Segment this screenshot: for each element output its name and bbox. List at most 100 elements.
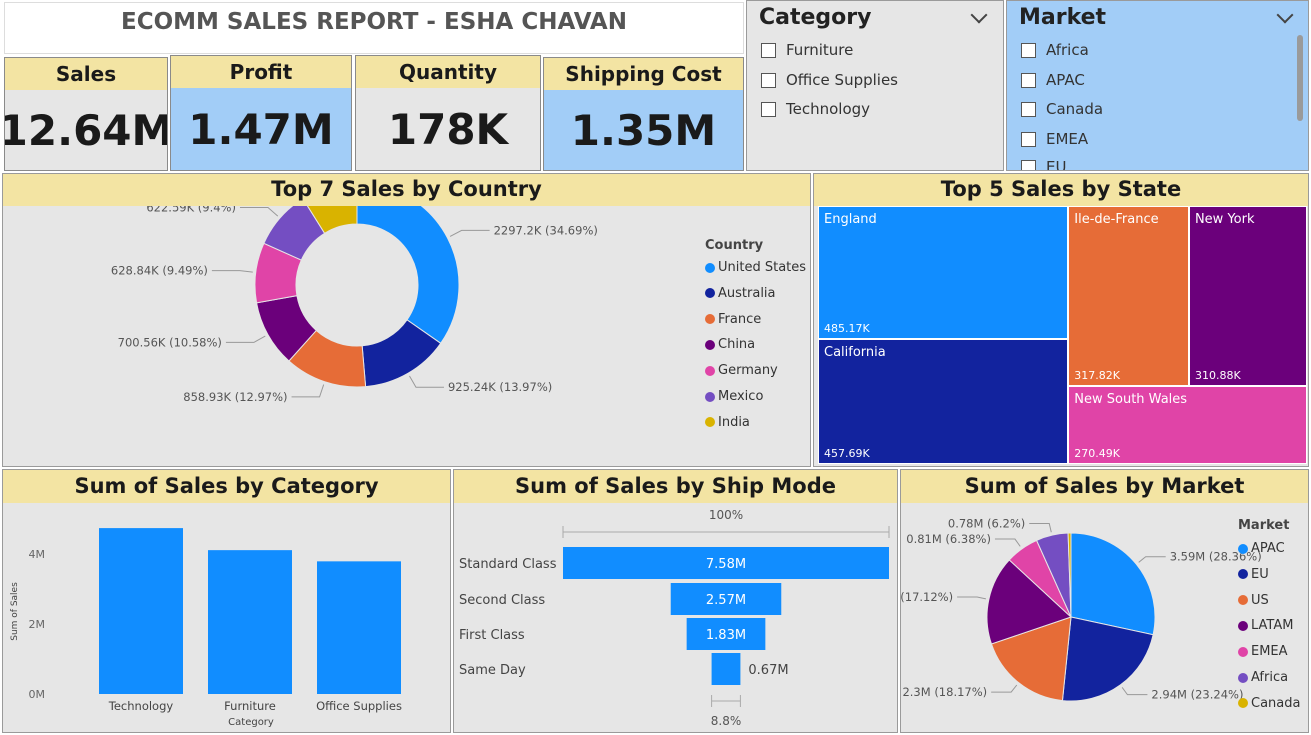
funnel-bottom-label: 8.8% xyxy=(711,714,742,728)
treemap-cell-new-south-wales[interactable]: New South Wales 270.49K xyxy=(1068,386,1307,464)
treemap-value: 270.49K xyxy=(1074,446,1120,460)
legend-item[interactable]: United States xyxy=(705,260,806,275)
treemap-value: 485.17K xyxy=(824,321,870,335)
slicer-option[interactable]: Canada xyxy=(1021,98,1103,120)
legend-label: Germany xyxy=(718,363,778,379)
legend-item[interactable]: Mexico xyxy=(705,389,763,404)
slicer-option[interactable]: EMEA xyxy=(1021,128,1088,150)
quantity-kpi-card[interactable]: Quantity 178K xyxy=(355,55,541,171)
y-tick-label: 0M xyxy=(29,688,46,701)
legend-dot-icon xyxy=(1238,646,1248,657)
chevron-down-icon[interactable] xyxy=(970,6,988,24)
legend-item[interactable]: EU xyxy=(1238,567,1269,582)
funnel-category-label: Second Class xyxy=(459,593,545,608)
category-slicer-title: Category xyxy=(759,5,872,30)
kpi-label: Profit xyxy=(171,56,351,88)
leader-line xyxy=(1138,556,1166,563)
treemap-cell-california[interactable]: California 457.69K xyxy=(818,338,1069,464)
legend-dot-icon xyxy=(705,314,715,325)
data-label: 2.16M (17.12%) xyxy=(901,590,953,604)
legend-item[interactable]: Africa xyxy=(1238,670,1288,685)
slicer-option[interactable]: EU xyxy=(1021,156,1066,170)
treemap-value: 457.69K xyxy=(824,446,870,460)
chart-title: Sum of Sales by Category xyxy=(3,470,450,503)
legend-title: Market xyxy=(1238,518,1290,533)
slicer-option[interactable]: Office Supplies xyxy=(761,69,898,91)
legend-dot-icon xyxy=(705,417,715,428)
market-slicer[interactable]: Market Africa APAC Canada EMEA EU xyxy=(1006,0,1309,171)
funnel-category-label: Standard Class xyxy=(459,557,557,572)
legend-label: United States xyxy=(718,260,807,275)
legend-dot-icon xyxy=(705,288,715,299)
legend-dot-icon xyxy=(705,391,715,402)
funnel-value-label: 1.83M xyxy=(706,628,746,643)
slicer-option[interactable]: Furniture xyxy=(761,39,853,61)
kpi-value: 1.47M xyxy=(188,104,334,154)
checkbox-icon[interactable] xyxy=(1021,131,1036,147)
checkbox-icon[interactable] xyxy=(761,42,776,58)
treemap-label: Ile-de-France xyxy=(1074,212,1159,227)
checkbox-icon[interactable] xyxy=(1021,101,1036,117)
legend-label: India xyxy=(718,414,750,430)
chevron-down-icon[interactable] xyxy=(1276,6,1294,24)
checkbox-icon[interactable] xyxy=(1021,42,1036,58)
legend-label: Mexico xyxy=(718,389,764,404)
kpi-value: 12.64M xyxy=(4,105,168,155)
slicer-option[interactable]: Technology xyxy=(761,98,870,120)
legend-label: Canada xyxy=(1251,695,1301,711)
chart-title: Top 5 Sales by State xyxy=(814,174,1308,206)
checkbox-icon[interactable] xyxy=(761,72,776,88)
kpi-label: Shipping Cost xyxy=(544,58,743,90)
treemap-label: California xyxy=(824,344,886,360)
treemap-label: England xyxy=(824,212,877,227)
funnel-top-label: 100% xyxy=(709,508,743,522)
legend-item[interactable]: Australia xyxy=(705,286,776,301)
legend-label: EMEA xyxy=(1251,644,1288,660)
checkbox-icon[interactable] xyxy=(1021,159,1036,170)
legend-dot-icon xyxy=(1238,569,1248,580)
category-bar-chart: 0M 2M 4M Sum of Sales Technology Furniture Off… xyxy=(10,528,402,728)
legend-item[interactable]: India xyxy=(705,415,750,430)
leader-line xyxy=(291,384,325,398)
checkbox-icon[interactable] xyxy=(761,101,776,117)
legend-label: EU xyxy=(1251,566,1269,582)
slicer-option[interactable]: APAC xyxy=(1021,69,1085,91)
leader-line xyxy=(211,270,253,273)
legend-item[interactable]: LATAM xyxy=(1238,618,1293,633)
legend-item[interactable]: China xyxy=(705,337,755,352)
leader-line xyxy=(1121,687,1148,696)
leader-line xyxy=(1029,522,1052,533)
profit-kpi-card[interactable]: Profit 1.47M xyxy=(170,55,352,171)
category-slicer[interactable]: Category Furniture Office Supplies Techn… xyxy=(746,0,1004,171)
legend-dot-icon xyxy=(705,365,715,376)
treemap-cell-new-york[interactable]: New York 310.88K xyxy=(1188,206,1307,387)
data-label: 2297.2K (34.69%) xyxy=(494,223,598,237)
x-tick-label: Technology xyxy=(108,699,174,713)
legend-item[interactable]: EMEA xyxy=(1238,644,1288,659)
legend-item[interactable]: US xyxy=(1238,593,1269,608)
data-label: 925.24K (13.97%) xyxy=(448,380,552,394)
legend-dot-icon xyxy=(1238,698,1248,709)
y-axis-label: Sum of Sales xyxy=(10,582,20,641)
kpi-value: 178K xyxy=(387,104,509,154)
leader-line xyxy=(957,596,987,600)
legend-item[interactable]: APAC xyxy=(1238,541,1285,556)
legend-item[interactable]: Canada xyxy=(1238,696,1300,711)
checkbox-icon[interactable] xyxy=(1021,72,1036,88)
category-bar-panel: Sum of Sales by Category 0M 2M 4M Sum of Sa… xyxy=(2,469,451,733)
slicer-option[interactable]: Africa xyxy=(1021,39,1089,61)
bar-furniture xyxy=(208,550,292,694)
treemap-label: New South Wales xyxy=(1074,392,1188,408)
treemap-label: New York xyxy=(1194,212,1255,227)
funnel-category-label: First Class xyxy=(459,628,525,643)
shipping-cost-kpi-card[interactable]: Shipping Cost 1.35M xyxy=(543,57,744,171)
sales-kpi-card[interactable]: Sales 12.64M xyxy=(4,57,168,171)
country-donut-panel: Top 7 Sales by Country 2297.2K (34.69%) 9… xyxy=(2,173,811,467)
bar-office-supplies xyxy=(317,561,401,694)
scrollbar[interactable] xyxy=(1297,35,1303,121)
treemap-cell-england[interactable]: England 485.17K xyxy=(818,206,1069,339)
legend-item[interactable]: Germany xyxy=(705,363,778,378)
treemap-value: 317.82K xyxy=(1074,369,1120,383)
treemap-cell-ile-de-france[interactable]: Ile-de-France 317.82K xyxy=(1068,206,1189,387)
legend-item[interactable]: France xyxy=(705,312,761,327)
